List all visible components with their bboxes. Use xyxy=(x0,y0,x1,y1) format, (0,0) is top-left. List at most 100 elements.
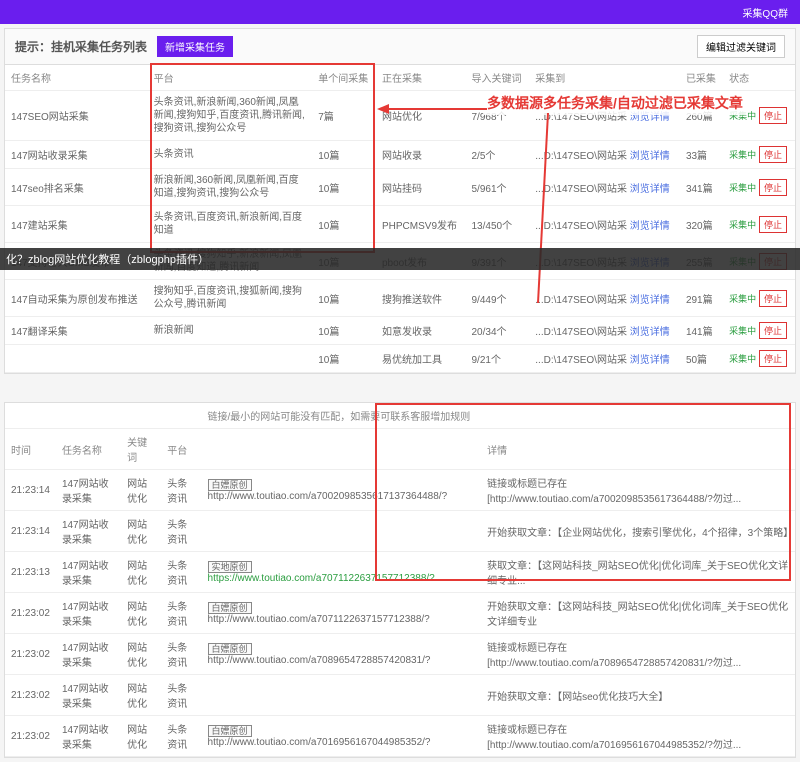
done-cell: 33篇 xyxy=(680,141,723,169)
platform-cell: 头条资讯,新浪新闻,360新闻,凤凰新闻,搜狗知乎,百度资讯,腾讯新闻,搜狗资讯… xyxy=(148,91,313,141)
doing-cell: 如意发收录 xyxy=(376,317,466,345)
table-row: 147自动采集为原创发布推送 搜狗知乎,百度资讯,搜狐新闻,搜狗公众号,腾讯新闻… xyxy=(5,280,795,317)
platform-cell: 新浪新闻 xyxy=(148,317,313,345)
url-cell: 白嫖原创http://www.toutiao.com/a707112263715… xyxy=(202,593,482,634)
stop-button[interactable]: 停止 xyxy=(759,290,787,307)
tag-badge: 白嫖原创 xyxy=(208,725,252,737)
platform-cell: 头条资讯,百度资讯,新浪新闻,百度知道 xyxy=(148,206,313,243)
single-cell: 7篇 xyxy=(312,91,376,141)
time-cell: 21:23:14 xyxy=(5,470,56,511)
url-cell: 白嫖原创http://www.toutiao.com/a708965472885… xyxy=(202,634,482,675)
url-text[interactable]: http://www.toutiao.com/a7016956167044985… xyxy=(208,737,431,748)
stop-button[interactable]: 停止 xyxy=(759,322,787,339)
task-name: 147翻译采集 xyxy=(5,317,148,345)
browse-link[interactable]: 浏览详情 xyxy=(630,327,670,338)
browse-link[interactable]: 浏览详情 xyxy=(630,184,670,195)
log-hint: 链接/最小的网站可能没有匹配，如需要可联系客服增加规则 xyxy=(202,403,795,429)
kw-cell: 网站优化 xyxy=(121,634,161,675)
to-cell: ...D:\147SEO\网站采 浏览详情 xyxy=(529,280,680,317)
plat-cell: 头条资讯 xyxy=(161,675,201,716)
detail-cell: 链接或标题已存在[http://www.toutiao.com/a7089654… xyxy=(481,634,795,675)
status-text: 采集中 xyxy=(729,294,756,304)
platform-cell: 头条资讯 xyxy=(148,141,313,169)
url-cell xyxy=(202,511,482,552)
time-cell: 21:23:02 xyxy=(5,675,56,716)
doing-cell: 搜狗推送软件 xyxy=(376,280,466,317)
platform-cell xyxy=(148,345,313,373)
url-cell: 实地原创https://www.toutiao.com/a70711226371… xyxy=(202,552,482,593)
task-name: 147建站采集 xyxy=(5,206,148,243)
col-header: 任务名称 xyxy=(5,65,148,91)
to-cell: ...D:\147SEO\网站采 浏览详情 xyxy=(529,206,680,243)
done-cell: 341篇 xyxy=(680,169,723,206)
time-cell: 21:23:02 xyxy=(5,716,56,757)
to-cell: ...D:\147SEO\网站采 浏览详情 xyxy=(529,345,680,373)
col-header: 已采集 xyxy=(680,65,723,91)
kw-cell: 网站优化 xyxy=(121,470,161,511)
status-cell: 采集中 停止 xyxy=(723,345,795,373)
import-cell: 13/450个 xyxy=(466,206,530,243)
doing-cell: 网站收录 xyxy=(376,141,466,169)
done-cell: 141篇 xyxy=(680,317,723,345)
table-row: 147seo排名采集 新浪新闻,360新闻,凤凰新闻,百度知道,搜狗资讯,搜狗公… xyxy=(5,169,795,206)
plat-cell: 头条资讯 xyxy=(161,593,201,634)
tag-badge: 白嫖原创 xyxy=(208,479,252,491)
log-panel: 链接/最小的网站可能没有匹配，如需要可联系客服增加规则 时间任务名称关键词平台详… xyxy=(4,402,796,758)
col-header: 任务名称 xyxy=(56,429,121,470)
url-text[interactable]: https://www.toutiao.com/a707112263715771… xyxy=(208,573,435,584)
url-cell xyxy=(202,675,482,716)
task-cell: 147网站收录采集 xyxy=(56,716,121,757)
detail-cell: 开始获取文章：【这网站科技_网站SEO优化|优化词库_关于SEO优化文详细专业 xyxy=(481,593,795,634)
log-row: 21:23:02 147网站收录采集 网站优化 头条资讯 白嫖原创http://… xyxy=(5,716,795,757)
time-cell: 21:23:02 xyxy=(5,634,56,675)
table-row: 147翻译采集 新浪新闻 10篇 如意发收录 20/34个 ...D:\147S… xyxy=(5,317,795,345)
stop-button[interactable]: 停止 xyxy=(759,107,787,124)
to-cell: ...D:\147SEO\网站采 浏览详情 xyxy=(529,141,680,169)
table-row: 10篇 易优统加工具 9/21个 ...D:\147SEO\网站采 浏览详情 5… xyxy=(5,345,795,373)
url-text[interactable]: http://www.toutiao.com/a7089654728857420… xyxy=(208,655,431,666)
stop-button[interactable]: 停止 xyxy=(759,350,787,367)
time-cell: 21:23:13 xyxy=(5,552,56,593)
url-cell: 白嫖原创http://www.toutiao.com/a700209853561… xyxy=(202,470,482,511)
time-cell: 21:23:14 xyxy=(5,511,56,552)
browse-link[interactable]: 浏览详情 xyxy=(630,151,670,162)
table-row: 147网站收录采集 头条资讯 10篇 网站收录 2/5个 ...D:\147SE… xyxy=(5,141,795,169)
url-cell: 白嫖原创http://www.toutiao.com/a701695616704… xyxy=(202,716,482,757)
status-cell: 采集中 停止 xyxy=(723,280,795,317)
detail-cell: 开始获取文章：【网站seo优化技巧大全】 xyxy=(481,675,795,716)
task-cell: 147网站收录采集 xyxy=(56,552,121,593)
time-cell: 21:23:02 xyxy=(5,593,56,634)
doing-cell: 易优统加工具 xyxy=(376,345,466,373)
stop-button[interactable]: 停止 xyxy=(759,216,787,233)
url-text[interactable]: http://www.toutiao.com/a7071122637157712… xyxy=(208,614,430,625)
import-cell: 9/449个 xyxy=(466,280,530,317)
log-table: 链接/最小的网站可能没有匹配，如需要可联系客服增加规则 时间任务名称关键词平台详… xyxy=(5,403,795,757)
task-name: 147seo排名采集 xyxy=(5,169,148,206)
status-text: 采集中 xyxy=(729,183,756,193)
col-header: 详情 xyxy=(481,429,795,470)
status-cell: 采集中 停止 xyxy=(723,317,795,345)
qq-group-link[interactable]: 采集QQ群 xyxy=(742,5,788,20)
plat-cell: 头条资讯 xyxy=(161,511,201,552)
table-row: 147建站采集 头条资讯,百度资讯,新浪新闻,百度知道 10篇 PHPCMSV9… xyxy=(5,206,795,243)
col-header: 时间 xyxy=(5,429,56,470)
log-row: 21:23:02 147网站收录采集 网站优化 头条资讯 白嫖原创http://… xyxy=(5,634,795,675)
single-cell: 10篇 xyxy=(312,317,376,345)
stop-button[interactable]: 停止 xyxy=(759,179,787,196)
stop-button[interactable]: 停止 xyxy=(759,146,787,163)
new-task-button[interactable]: 新增采集任务 xyxy=(157,36,233,57)
url-text[interactable]: http://www.toutiao.com/a7002098535617137… xyxy=(208,491,448,502)
browse-link[interactable]: 浏览详情 xyxy=(630,221,670,232)
col-header: 正在采集 xyxy=(376,65,466,91)
edit-filter-button[interactable]: 编辑过滤关键词 xyxy=(697,35,785,58)
status-text: 采集中 xyxy=(729,150,756,160)
col-header: 单个间采集 xyxy=(312,65,376,91)
detail-cell: 获取文章：【这网站科技_网站SEO优化|优化词库_关于SEO优化文详细专业... xyxy=(481,552,795,593)
kw-cell: 网站优化 xyxy=(121,593,161,634)
browse-link[interactable]: 浏览详情 xyxy=(630,295,670,306)
panel-header: 提示：挂机采集任务列表 新增采集任务 编辑过滤关键词 xyxy=(5,29,795,65)
dark-overlay-caption: 化？zblog网站优化教程（zblogphp插件） xyxy=(0,248,800,270)
browse-link[interactable]: 浏览详情 xyxy=(630,355,670,366)
log-row: 21:23:02 147网站收录采集 网站优化 头条资讯 白嫖原创http://… xyxy=(5,593,795,634)
log-row: 21:23:02 147网站收录采集 网站优化 头条资讯 开始获取文章：【网站s… xyxy=(5,675,795,716)
